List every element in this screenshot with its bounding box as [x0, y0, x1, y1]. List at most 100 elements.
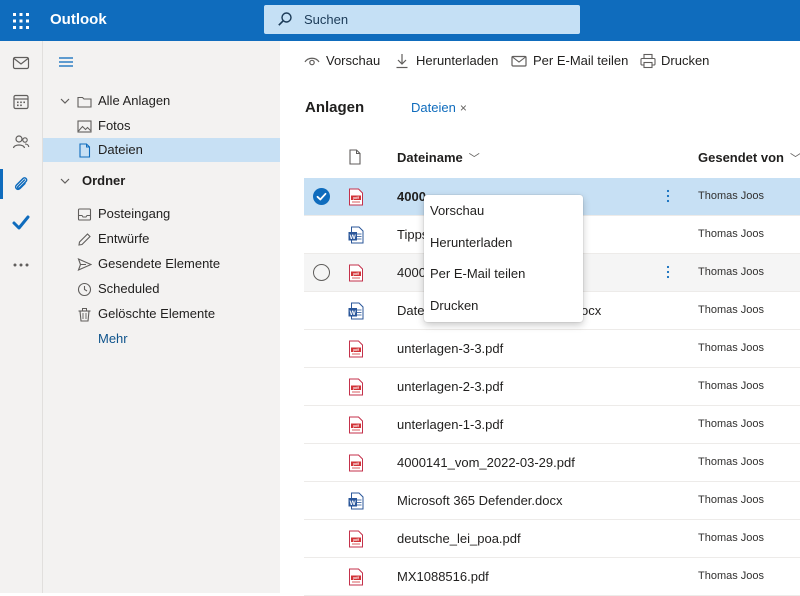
- select-circle-icon[interactable]: [313, 264, 330, 281]
- folder-item-deleted[interactable]: Gelöschte Elemente: [43, 302, 280, 326]
- context-menu-preview[interactable]: Vorschau: [424, 195, 583, 226]
- more-dots-icon[interactable]: [11, 255, 31, 275]
- table-row[interactable]: W Microsoft 365 Defender.docx Thomas Joos: [304, 482, 800, 520]
- folder-item-photos[interactable]: Fotos: [43, 114, 280, 138]
- printer-icon: [640, 53, 656, 69]
- file-name: unterlagen-1-3.pdf: [397, 417, 504, 432]
- folder-icon: [77, 96, 92, 108]
- context-menu-print[interactable]: Drucken: [424, 290, 583, 321]
- print-button[interactable]: Drucken: [640, 52, 720, 70]
- sender-name: Thomas Joos: [698, 190, 765, 202]
- filter-chip-files[interactable]: Dateien ×: [411, 100, 467, 116]
- svg-text:pdf: pdf: [353, 386, 359, 390]
- column-header-label: Dateiname: [397, 150, 463, 165]
- sender-name: Thomas Joos: [698, 342, 765, 354]
- table-row[interactable]: pdf unterlagen-1-3.pdf Thomas Joos: [304, 406, 800, 444]
- preview-button[interactable]: Vorschau: [304, 52, 404, 70]
- download-button[interactable]: Herunterladen: [395, 52, 505, 70]
- word-file-icon: W: [348, 492, 364, 510]
- table-row[interactable]: pdf unterlagen-3-3.pdf Thomas Joos: [304, 330, 800, 368]
- file-name: unterlagen-2-3.pdf: [397, 379, 504, 394]
- sender-name: Thomas Joos: [698, 532, 765, 544]
- svg-text:W: W: [350, 234, 357, 241]
- share-email-label: Per E-Mail teilen: [533, 53, 629, 68]
- column-header-label: Gesendet von: [698, 150, 784, 165]
- context-menu-share-email[interactable]: Per E-Mail teilen: [424, 258, 583, 289]
- column-header-filename[interactable]: Dateiname ﹀: [397, 149, 480, 167]
- search-input[interactable]: Suchen: [264, 5, 580, 34]
- file-name: unterlagen-3-3.pdf: [397, 341, 504, 356]
- pdf-file-icon: pdf: [348, 264, 364, 282]
- chevron-down-icon[interactable]: [59, 95, 71, 107]
- svg-text:pdf: pdf: [353, 424, 359, 428]
- folders-section-header[interactable]: Ordner: [43, 169, 280, 193]
- app-launcher-icon[interactable]: [10, 10, 32, 32]
- chevron-down-icon[interactable]: [59, 175, 71, 187]
- table-row[interactable]: pdf deutsche_lei_poa.pdf Thomas Joos: [304, 520, 800, 558]
- svg-text:pdf: pdf: [353, 272, 359, 276]
- people-icon[interactable]: [11, 132, 31, 152]
- page-title: Anlagen: [305, 99, 365, 116]
- calendar-icon[interactable]: [11, 92, 31, 112]
- search-icon: [278, 12, 292, 26]
- folder-item-scheduled[interactable]: Scheduled: [43, 277, 280, 301]
- download-label: Herunterladen: [416, 53, 499, 68]
- folder-item-all-attachments[interactable]: Alle Anlagen: [43, 89, 280, 113]
- mail-icon[interactable]: [11, 53, 31, 73]
- folder-item-label: Posteingang: [98, 206, 171, 221]
- more-folders-link[interactable]: Mehr: [98, 330, 128, 348]
- inbox-icon: [77, 208, 92, 221]
- svg-text:pdf: pdf: [353, 576, 359, 580]
- svg-text:pdf: pdf: [353, 462, 359, 466]
- more-actions-icon[interactable]: [666, 262, 670, 282]
- app-rail: [0, 41, 43, 593]
- folder-item-drafts[interactable]: Entwürfe: [43, 227, 280, 251]
- eye-icon: [304, 57, 320, 66]
- column-header-sent-by[interactable]: Gesendet von ﹀: [698, 149, 800, 167]
- document-icon: [79, 143, 91, 158]
- file-name: MX1088516.pdf: [397, 569, 489, 584]
- sender-name: Thomas Joos: [698, 380, 765, 392]
- sender-name: Thomas Joos: [698, 456, 765, 468]
- sender-name: Thomas Joos: [698, 228, 765, 240]
- word-file-icon: W: [348, 226, 364, 244]
- folders-section-label: Ordner: [82, 173, 126, 188]
- folder-item-sent[interactable]: Gesendete Elemente: [43, 252, 280, 276]
- sender-name: Thomas Joos: [698, 266, 765, 278]
- pdf-file-icon: pdf: [348, 416, 364, 434]
- folder-item-label: Fotos: [98, 118, 131, 133]
- app-title[interactable]: Outlook: [50, 10, 107, 30]
- preview-label: Vorschau: [326, 53, 381, 68]
- context-menu: Vorschau Herunterladen Per E-Mail teilen…: [424, 195, 583, 322]
- top-bar: Outlook Suchen: [0, 0, 800, 41]
- folder-item-inbox[interactable]: Posteingang: [43, 202, 280, 226]
- sender-name: Thomas Joos: [698, 418, 765, 430]
- table-row[interactable]: pdf MX1088516.pdf Thomas Joos: [304, 558, 800, 596]
- command-toolbar: Vorschau Herunterladen Per E-Mail teilen…: [280, 41, 800, 81]
- word-file-icon: W: [348, 302, 364, 320]
- todo-check-icon[interactable]: [11, 213, 31, 233]
- hamburger-menu-icon[interactable]: [58, 55, 74, 69]
- table-row[interactable]: pdf 4000141_vom_2022-03-29.pdf Thomas Joos: [304, 444, 800, 482]
- more-actions-icon[interactable]: [666, 186, 670, 206]
- image-icon: [77, 120, 92, 133]
- table-row[interactable]: pdf unterlagen-2-3.pdf Thomas Joos: [304, 368, 800, 406]
- folder-item-files[interactable]: Dateien: [43, 138, 280, 162]
- chevron-down-icon: ﹀: [468, 153, 480, 165]
- file-type-column-icon[interactable]: [348, 149, 362, 165]
- close-icon[interactable]: ×: [460, 101, 467, 115]
- chevron-down-icon: ﹀: [789, 153, 800, 165]
- filter-chip-label: Dateien: [411, 100, 456, 115]
- svg-text:pdf: pdf: [353, 348, 359, 352]
- mail-icon: [511, 55, 527, 67]
- share-email-button[interactable]: Per E-Mail teilen: [511, 52, 631, 70]
- folder-item-label: Gelöschte Elemente: [98, 306, 216, 321]
- attachment-icon[interactable]: [11, 174, 31, 194]
- context-menu-download[interactable]: Herunterladen: [424, 227, 583, 258]
- attachments-pane: Anlagen Dateien × Dateiname ﹀ Gesendet von…: [280, 81, 800, 596]
- checkmark-circle-icon[interactable]: [313, 188, 330, 205]
- print-label: Drucken: [661, 53, 710, 68]
- file-name: Microsoft 365 Defender.docx: [397, 493, 563, 508]
- svg-text:W: W: [350, 310, 357, 317]
- pdf-file-icon: pdf: [348, 530, 364, 548]
